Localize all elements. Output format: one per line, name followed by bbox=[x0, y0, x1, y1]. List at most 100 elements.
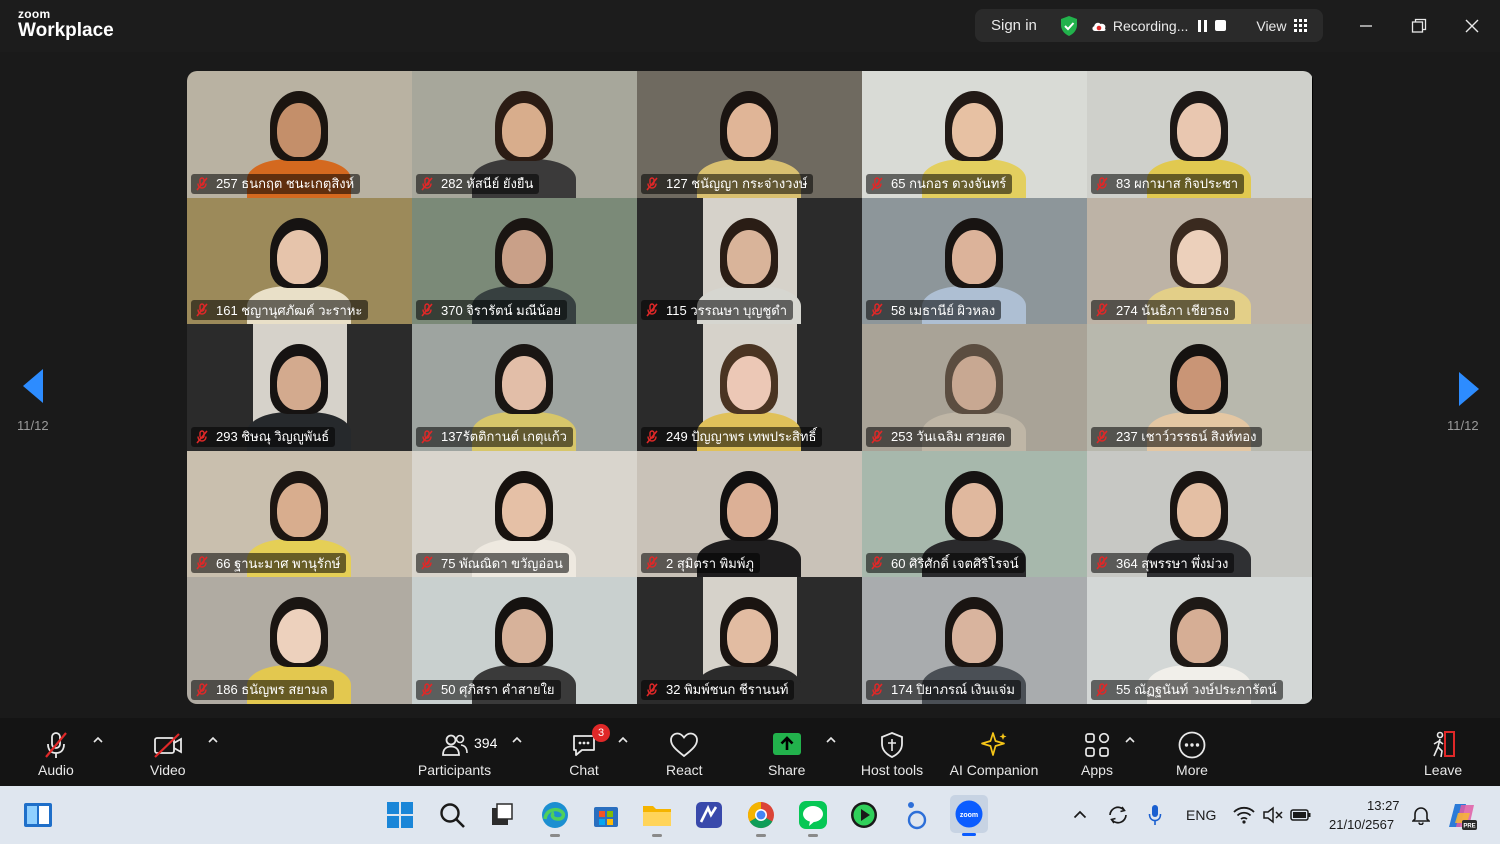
participant-name-label: 66 ฐานะมาศ พานุรักษ์ bbox=[191, 553, 347, 574]
leave-door-icon bbox=[1433, 731, 1456, 758]
file-explorer-button[interactable] bbox=[641, 799, 673, 837]
share-label: Share bbox=[768, 762, 806, 778]
muted-microphone-icon bbox=[196, 303, 208, 317]
leave-button[interactable]: Leave bbox=[1424, 730, 1462, 778]
chat-options-chevron-icon[interactable] bbox=[617, 736, 629, 744]
participant-face bbox=[952, 103, 996, 157]
participant-video-tile[interactable]: 293 ชิษณุ วิญญูพันธ์ bbox=[187, 324, 412, 451]
participant-video-tile[interactable]: 282 หัสนีย์ ยังยืน bbox=[412, 71, 637, 198]
participant-video-tile[interactable]: 370 จิรารัตน์ มณีน้อย bbox=[412, 197, 637, 325]
tray-microphone-icon[interactable] bbox=[1148, 804, 1162, 826]
edge-browser-button[interactable] bbox=[539, 799, 571, 837]
participant-video-tile[interactable]: 274 นันธิภา เชียวธง bbox=[1087, 197, 1312, 325]
restore-button[interactable] bbox=[1405, 12, 1433, 40]
tray-overflow-chevron-icon[interactable] bbox=[1073, 810, 1087, 819]
video-button[interactable]: Video bbox=[150, 730, 186, 778]
participant-video-tile[interactable]: 66 ฐานะมาศ พานุรักษ์ bbox=[187, 450, 412, 578]
speaker-muted-icon[interactable] bbox=[1262, 806, 1284, 824]
participant-face bbox=[952, 609, 996, 664]
clock-time[interactable]: 13:27 bbox=[1367, 798, 1400, 813]
host-tools-button[interactable]: Host tools bbox=[858, 730, 926, 778]
line-app-button[interactable] bbox=[797, 799, 829, 837]
gallery-view-grid: 257 ธนกฤต ชนะเกตุสิงห์ 282 หัสนีย์ ยังยืน… bbox=[187, 71, 1313, 704]
participant-video-tile[interactable]: 2 สุมิตรา พิมพ์ภู bbox=[637, 450, 862, 578]
participant-video-tile[interactable]: 174 ปิยาภรณ์ เงินแจ่ม bbox=[862, 577, 1087, 704]
view-grid-icon[interactable] bbox=[1294, 19, 1308, 32]
battery-icon[interactable] bbox=[1290, 807, 1312, 823]
muted-microphone-icon bbox=[421, 430, 433, 444]
participant-name-label: 60 ศิริศักดิ์ เจตศิริโรจน์ bbox=[866, 553, 1025, 574]
copilot-button[interactable]: PRE bbox=[1446, 800, 1478, 832]
encryption-shield-icon[interactable] bbox=[1059, 15, 1079, 37]
media-player-button[interactable] bbox=[848, 799, 880, 831]
participants-button[interactable]: 394 Participants bbox=[417, 730, 497, 778]
participant-video-tile[interactable]: 186 ธนัญพร สยามล bbox=[187, 577, 412, 704]
pause-recording-icon[interactable] bbox=[1198, 19, 1208, 32]
participants-options-chevron-icon[interactable] bbox=[511, 736, 523, 744]
participant-video-tile[interactable]: 75 พัณณิดา ขวัญอ่อน bbox=[412, 450, 637, 578]
more-button[interactable]: More bbox=[1176, 730, 1208, 778]
editor-app-button[interactable] bbox=[693, 799, 725, 831]
react-button[interactable]: React bbox=[666, 730, 703, 778]
copilot-icon: PRE bbox=[1449, 804, 1477, 830]
participant-name-label: 282 หัสนีย์ ยังยืน bbox=[416, 173, 540, 194]
start-button[interactable] bbox=[384, 799, 416, 831]
participant-face bbox=[727, 103, 771, 157]
sync-icon[interactable] bbox=[1107, 805, 1129, 825]
input-language-indicator[interactable]: ENG bbox=[1186, 807, 1216, 823]
muted-microphone-icon bbox=[1096, 303, 1108, 317]
muted-microphone-icon bbox=[646, 683, 658, 697]
participant-face bbox=[1177, 103, 1221, 157]
wifi-icon[interactable] bbox=[1233, 806, 1255, 824]
participant-name: 83 ผกามาส กิจประชา bbox=[1116, 176, 1239, 192]
microsoft-store-button[interactable] bbox=[590, 799, 622, 831]
ai-companion-button[interactable]: AI Companion bbox=[948, 730, 1040, 778]
zoom-taskbar-button[interactable]: zoom bbox=[950, 795, 988, 836]
previous-page-arrow-icon[interactable] bbox=[21, 369, 45, 403]
audio-button[interactable]: Audio bbox=[38, 730, 74, 778]
participant-video-tile[interactable]: 364 สุพรรษา พึ่งม่วง bbox=[1087, 450, 1312, 578]
participant-video-tile[interactable]: 161 ชญานุศภัฒค์ วะราหะ bbox=[187, 197, 412, 325]
share-button[interactable]: Share bbox=[768, 730, 805, 778]
copilot-ring-button[interactable] bbox=[900, 799, 932, 831]
participant-video-tile[interactable]: 65 กนกอร ดวงจันทร์ bbox=[862, 71, 1087, 198]
participant-video-tile[interactable]: 115 วรรณษา บุญชูดำ bbox=[637, 197, 862, 325]
participant-video-tile[interactable]: 58 เมธานีย์ ผิวหลง bbox=[862, 197, 1087, 325]
view-button[interactable]: View bbox=[1256, 18, 1286, 34]
participant-video-tile[interactable]: 50 ศุภิสรา คำสายใย bbox=[412, 577, 637, 704]
notification-bell-icon[interactable] bbox=[1412, 805, 1430, 825]
muted-microphone-icon bbox=[196, 176, 208, 191]
clock-date[interactable]: 21/10/2567 bbox=[1329, 817, 1394, 832]
widgets-button[interactable] bbox=[22, 799, 54, 831]
muted-microphone-icon bbox=[646, 430, 658, 444]
folder-icon bbox=[643, 806, 671, 826]
participant-name: 293 ชิษณุ วิญญูพันธ์ bbox=[216, 429, 330, 445]
apps-options-chevron-icon[interactable] bbox=[1124, 736, 1136, 744]
participant-video-tile[interactable]: 253 วันเฉลิม สวยสด bbox=[862, 324, 1087, 451]
next-page-arrow-icon[interactable] bbox=[1457, 372, 1481, 406]
participant-video-tile[interactable]: 127 ชนัญญา กระจ่างวงษ์ bbox=[637, 71, 862, 198]
stop-recording-icon[interactable] bbox=[1215, 20, 1227, 31]
participants-icon bbox=[442, 734, 468, 756]
audio-options-chevron-icon[interactable] bbox=[92, 736, 104, 744]
participant-video-tile[interactable]: 83 ผกามาส กิจประชา bbox=[1087, 71, 1312, 198]
participant-video-tile[interactable]: 32 พิมพ์ชนก ชีรานนท์ bbox=[637, 577, 862, 704]
search-button[interactable] bbox=[436, 799, 468, 831]
participant-video-tile[interactable]: 249 ปัญญาพร เทพประสิทธิ์ bbox=[637, 324, 862, 451]
svg-text:zoom: zoom bbox=[960, 812, 978, 819]
close-button[interactable] bbox=[1458, 12, 1486, 40]
minimize-button[interactable] bbox=[1352, 12, 1380, 40]
apps-button[interactable]: Apps bbox=[1081, 730, 1113, 778]
participant-video-tile[interactable]: 60 ศิริศักดิ์ เจตศิริโรจน์ bbox=[862, 450, 1087, 578]
chrome-browser-button[interactable] bbox=[745, 799, 777, 837]
brand-large-text: Workplace bbox=[18, 20, 114, 41]
task-view-button[interactable] bbox=[486, 799, 518, 831]
share-options-chevron-icon[interactable] bbox=[825, 736, 837, 744]
participant-video-tile[interactable]: 237 เชาว์วรรธน์ สิงห์ทอง bbox=[1087, 324, 1312, 451]
video-options-chevron-icon[interactable] bbox=[207, 736, 219, 744]
participant-video-tile[interactable]: 257 ธนกฤต ชนะเกตุสิงห์ bbox=[187, 71, 412, 198]
participant-video-tile[interactable]: 137รัตติกานต์ เกตุแก้ว bbox=[412, 324, 637, 451]
participant-video-tile[interactable]: 55 ณัฏฐนันท์ วงษ์ประภารัตน์ bbox=[1087, 577, 1312, 704]
chat-button[interactable]: 3 Chat bbox=[568, 724, 610, 778]
sign-in-button[interactable]: Sign in bbox=[991, 17, 1037, 34]
